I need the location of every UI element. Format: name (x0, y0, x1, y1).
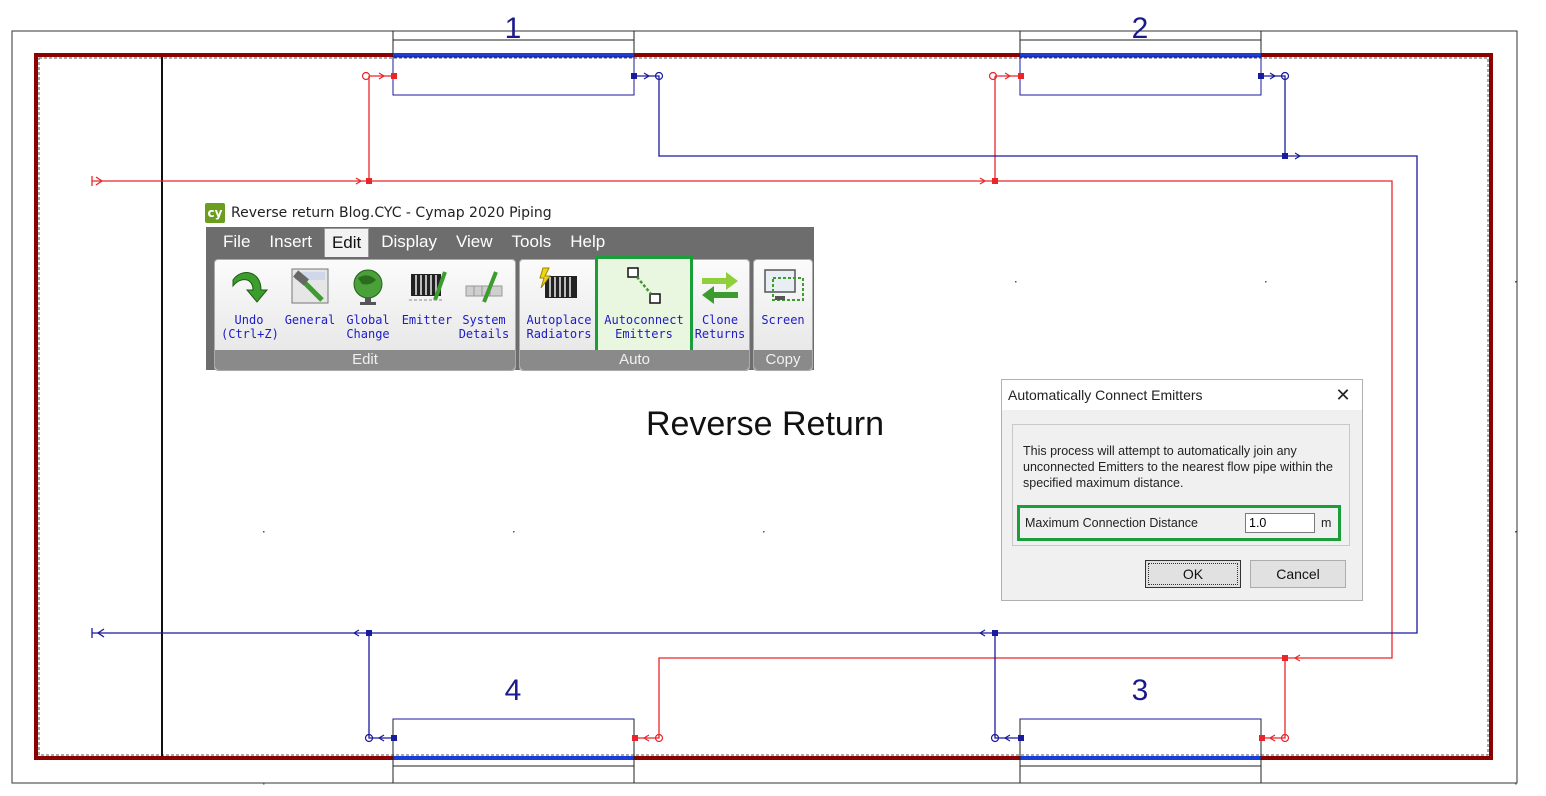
autoplace-radiators-button[interactable]: Autoplace Radiators (524, 266, 594, 341)
max-distance-row: Maximum Connection Distance m (1017, 505, 1341, 541)
close-icon[interactable]: ✕ (1330, 385, 1356, 406)
menu-insert[interactable]: Insert (262, 228, 319, 256)
autoconnect-label-2: Emitters (615, 327, 673, 341)
autoconnect-label-1: Autoconnect (604, 313, 684, 327)
autoconnect-dialog: Automatically Connect Emitters ✕ This pr… (1001, 379, 1363, 601)
clone-returns-button[interactable]: Clone Returns (692, 266, 748, 341)
globe-icon (353, 269, 383, 305)
autoplace-radiator-icon (539, 267, 577, 298)
emitter-number-4: 4 (504, 674, 522, 707)
ribbon-group-copy: Screen Copy (753, 259, 813, 371)
dialog-title-bar: Automatically Connect Emitters ✕ (1002, 380, 1362, 410)
screen-button[interactable]: Screen (756, 266, 810, 327)
radiator-icon (409, 271, 447, 301)
emitter-label: Emitter (401, 313, 453, 327)
cancel-button[interactable]: Cancel (1250, 560, 1346, 588)
ribbon-group-auto: Autoplace Radiators Autoconnect Emitters… (519, 256, 750, 371)
app-title-bar: cy Reverse return Blog.CYC - Cymap 2020 … (205, 200, 815, 226)
max-distance-label: Maximum Connection Distance (1025, 516, 1198, 530)
autoconnect-icon (627, 267, 661, 304)
ribbon-group-edit-label: Edit (215, 350, 515, 370)
autoconnect-emitters-button[interactable]: Autoconnect Emitters (595, 256, 693, 357)
hammer-icon (291, 268, 329, 304)
autoplace-label-2: Radiators (526, 327, 592, 341)
general-label: General (284, 313, 336, 327)
emitter-4[interactable] (392, 718, 635, 783)
screen-copy-icon (764, 269, 804, 301)
menu-edit[interactable]: Edit (323, 227, 370, 257)
global-change-button[interactable]: Global Change (339, 266, 397, 341)
system-details-button[interactable]: System Details (455, 266, 513, 341)
dialog-message: This process will attempt to automatical… (1023, 444, 1333, 490)
general-button[interactable]: General (281, 266, 339, 327)
emitter-3[interactable] (1019, 718, 1262, 783)
menu-help[interactable]: Help (563, 228, 612, 256)
undo-button[interactable]: Undo (Ctrl+Z) (221, 266, 279, 341)
cymap-logo-icon: cy (205, 203, 225, 223)
drawing-title: Reverse Return (645, 405, 885, 443)
distance-unit-label: m (1321, 516, 1332, 530)
max-distance-input[interactable] (1245, 513, 1315, 533)
ribbon-group-auto-label: Auto (520, 350, 749, 370)
global-change-label-1: Global (346, 313, 390, 327)
emitter-number-2: 2 (1131, 12, 1149, 45)
system-details-label-2: Details (458, 327, 510, 341)
menu-bar: File Insert Edit Display View Tools Help (206, 227, 814, 257)
emitter-button[interactable]: Emitter (399, 266, 455, 327)
ribbon: File Insert Edit Display View Tools Help… (206, 227, 814, 371)
ok-button[interactable]: OK (1145, 560, 1241, 588)
undo-arrow-icon (232, 272, 269, 303)
dialog-title: Automatically Connect Emitters (1008, 387, 1203, 403)
menu-display[interactable]: Display (374, 228, 444, 256)
pipe-settings-icon (465, 271, 503, 303)
emitter-number-3: 3 (1131, 674, 1149, 707)
screen-label: Screen (761, 313, 805, 327)
menu-tools[interactable]: Tools (505, 228, 559, 256)
global-change-label-2: Change (346, 327, 390, 341)
menu-view[interactable]: View (449, 228, 500, 256)
menu-file[interactable]: File (216, 228, 257, 256)
autoplace-label-1: Autoplace (526, 313, 592, 327)
clone-label-2: Returns (694, 327, 746, 341)
system-details-label-1: System (462, 313, 506, 327)
ribbon-group-copy-label: Copy (754, 350, 812, 370)
app-title: Reverse return Blog.CYC - Cymap 2020 Pip… (231, 205, 552, 221)
undo-label-1: Undo (234, 313, 264, 327)
dialog-group-box: This process will attempt to automatical… (1012, 424, 1350, 546)
clone-label-1: Clone (701, 313, 739, 327)
ribbon-group-edit: Undo (Ctrl+Z) General Global Change Emit… (214, 259, 516, 371)
clone-arrows-icon (702, 272, 738, 304)
undo-label-2: (Ctrl+Z) (221, 327, 279, 341)
emitter-number-1: 1 (504, 12, 522, 45)
